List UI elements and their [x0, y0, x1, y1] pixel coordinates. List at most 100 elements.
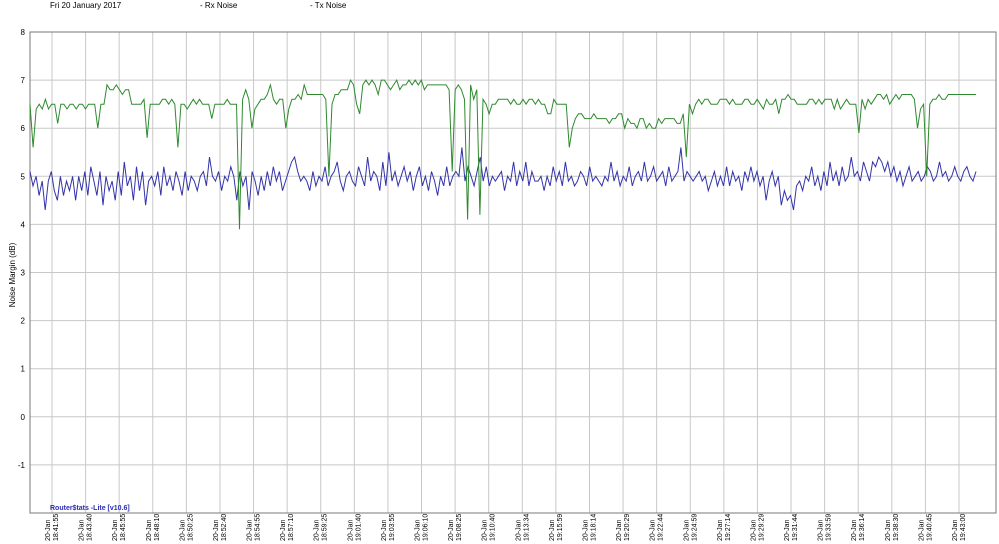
- x-tick-time: 19:27:14: [725, 514, 732, 541]
- x-tick-label: 20-Jan 19:29:29: [750, 514, 765, 541]
- y-tick-label: 6: [21, 124, 26, 133]
- x-tick-date: 20-Jan: [179, 519, 186, 541]
- y-axis: 8 7 6 5 4 3 2 1 0 -1: [18, 28, 26, 470]
- x-tick-time: 19:31:44: [792, 514, 799, 541]
- x-tick-date: 20-Jan: [750, 519, 757, 541]
- x-tick-date: 20-Jan: [482, 519, 489, 541]
- x-tick-date: 20-Jan: [247, 519, 254, 541]
- x-tick-time: 19:06:10: [423, 514, 430, 541]
- x-tick-label: 20-Jan 18:57:10: [280, 514, 295, 541]
- x-tick-date: 20-Jan: [952, 519, 959, 541]
- x-tick-date: 20-Jan: [918, 519, 925, 541]
- y-tick-label: -1: [18, 461, 26, 470]
- x-tick-label: 20-Jan 19:06:10: [415, 514, 430, 541]
- x-tick-date: 20-Jan: [717, 519, 724, 541]
- legend-tx-noise: - Tx Noise: [310, 1, 347, 10]
- x-tick-date: 20-Jan: [650, 519, 657, 541]
- x-tick-time: 18:41:55: [53, 514, 60, 541]
- x-tick-label: 20-Jan 18:59:25: [314, 514, 329, 541]
- x-tick-date: 20-Jan: [885, 519, 892, 541]
- y-tick-label: 5: [21, 172, 26, 181]
- x-tick-label: 20-Jan 19:27:14: [717, 514, 732, 541]
- x-tick-label: 20-Jan 18:45:55: [112, 514, 127, 541]
- x-tick-label: 20-Jan 19:03:55: [381, 514, 396, 541]
- x-tick-time: 19:20:29: [624, 514, 631, 541]
- y-tick-label: 8: [21, 28, 26, 37]
- x-tick-time: 19:18:14: [590, 514, 597, 541]
- x-tick-date: 20-Jan: [45, 519, 52, 541]
- x-tick-time: 19:15:59: [557, 514, 564, 541]
- y-tick-label: 7: [21, 76, 26, 85]
- x-tick-label: 20-Jan 19:20:29: [616, 514, 631, 541]
- x-tick-time: 18:59:25: [322, 514, 329, 541]
- x-tick-time: 18:48:10: [154, 514, 161, 541]
- x-tick-time: 19:13:34: [523, 514, 530, 541]
- x-tick-label: 20-Jan 19:01:40: [347, 514, 362, 541]
- y-tick-label: 2: [21, 317, 26, 326]
- brand-label: Router$tats -Lite [v10.6]: [50, 505, 130, 512]
- x-tick-date: 20-Jan: [146, 519, 153, 541]
- x-tick-label: 20-Jan 19:08:25: [448, 514, 463, 541]
- x-tick-time: 18:45:55: [120, 514, 127, 541]
- x-tick-date: 20-Jan: [347, 519, 354, 541]
- x-tick-time: 19:36:14: [859, 514, 866, 541]
- x-tick-time: 18:54:55: [255, 514, 262, 541]
- x-tick-time: 19:24:59: [691, 514, 698, 541]
- x-tick-time: 19:43:00: [960, 514, 967, 541]
- x-tick-date: 20-Jan: [818, 519, 825, 541]
- x-tick-date: 20-Jan: [112, 519, 119, 541]
- x-tick-time: 18:43:40: [87, 514, 94, 541]
- x-tick-time: 19:33:59: [826, 514, 833, 541]
- x-tick-date: 20-Jan: [314, 519, 321, 541]
- x-tick-label: 20-Jan 19:10:40: [482, 514, 497, 541]
- x-tick-label: 20-Jan 19:36:14: [851, 514, 866, 541]
- y-axis-label: Noise Margin (dB): [8, 242, 17, 307]
- x-tick-date: 20-Jan: [415, 519, 422, 541]
- x-tick-time: 19:10:40: [490, 514, 497, 541]
- x-tick-date: 20-Jan: [549, 519, 556, 541]
- x-tick-label: 20-Jan 19:33:59: [818, 514, 833, 541]
- y-tick-label: 1: [21, 365, 26, 374]
- series-line-tx-noise: [29, 78, 976, 230]
- header-date: Fri 20 January 2017: [50, 1, 122, 10]
- x-tick-time: 18:57:10: [288, 514, 295, 541]
- x-tick-time: 19:29:29: [758, 514, 765, 541]
- x-tick-time: 19:08:25: [456, 514, 463, 541]
- x-tick-time: 18:50:25: [187, 514, 194, 541]
- x-tick-time: 19:40:45: [926, 514, 933, 541]
- series-group: [29, 78, 977, 230]
- x-tick-date: 20-Jan: [213, 519, 220, 541]
- x-tick-date: 20-Jan: [784, 519, 791, 541]
- y-tick-label: 4: [21, 220, 26, 229]
- x-tick-date: 20-Jan: [448, 519, 455, 541]
- x-tick-date: 20-Jan: [683, 519, 690, 541]
- noise-margin-chart: Fri 20 January 2017 - Rx Noise - Tx Nois…: [8, 1, 997, 541]
- x-tick-label: 20-Jan 19:15:59: [549, 514, 564, 541]
- x-tick-label: 20-Jan 19:31:44: [784, 514, 799, 541]
- x-tick-label: 20-Jan 19:18:14: [582, 514, 597, 541]
- x-tick-label: 20-Jan 18:41:55: [45, 514, 60, 541]
- x-tick-date: 20-Jan: [851, 519, 858, 541]
- x-tick-date: 20-Jan: [79, 519, 86, 541]
- x-tick-label: 20-Jan 18:54:55: [247, 514, 262, 541]
- x-tick-time: 19:03:55: [389, 514, 396, 541]
- y-tick-label: 3: [21, 269, 26, 278]
- x-tick-time: 18:52:40: [221, 514, 228, 541]
- x-tick-time: 19:01:40: [355, 514, 362, 541]
- x-tick-label: 20-Jan 19:24:59: [683, 514, 698, 541]
- y-tick-label: 0: [21, 413, 26, 422]
- x-tick-date: 20-Jan: [280, 519, 287, 541]
- x-tick-time: 19:38:30: [893, 514, 900, 541]
- x-tick-label: 20-Jan 19:38:30: [885, 514, 900, 541]
- x-tick-label: 20-Jan 19:40:45: [918, 514, 933, 541]
- x-tick-label: 20-Jan 19:43:00: [952, 514, 967, 541]
- legend-rx-noise: - Rx Noise: [200, 1, 238, 10]
- x-tick-date: 20-Jan: [381, 519, 388, 541]
- x-tick-label: 20-Jan 18:48:10: [146, 514, 161, 541]
- x-axis: 20-Jan 18:41:55 20-Jan 18:43:40 20-Jan 18:45:…: [45, 514, 967, 541]
- x-tick-date: 20-Jan: [582, 519, 589, 541]
- x-tick-label: 20-Jan 18:50:25: [179, 514, 194, 541]
- x-tick-label: 20-Jan 18:52:40: [213, 514, 228, 541]
- x-tick-date: 20-Jan: [515, 519, 522, 541]
- series-line-rx-noise: [29, 147, 977, 211]
